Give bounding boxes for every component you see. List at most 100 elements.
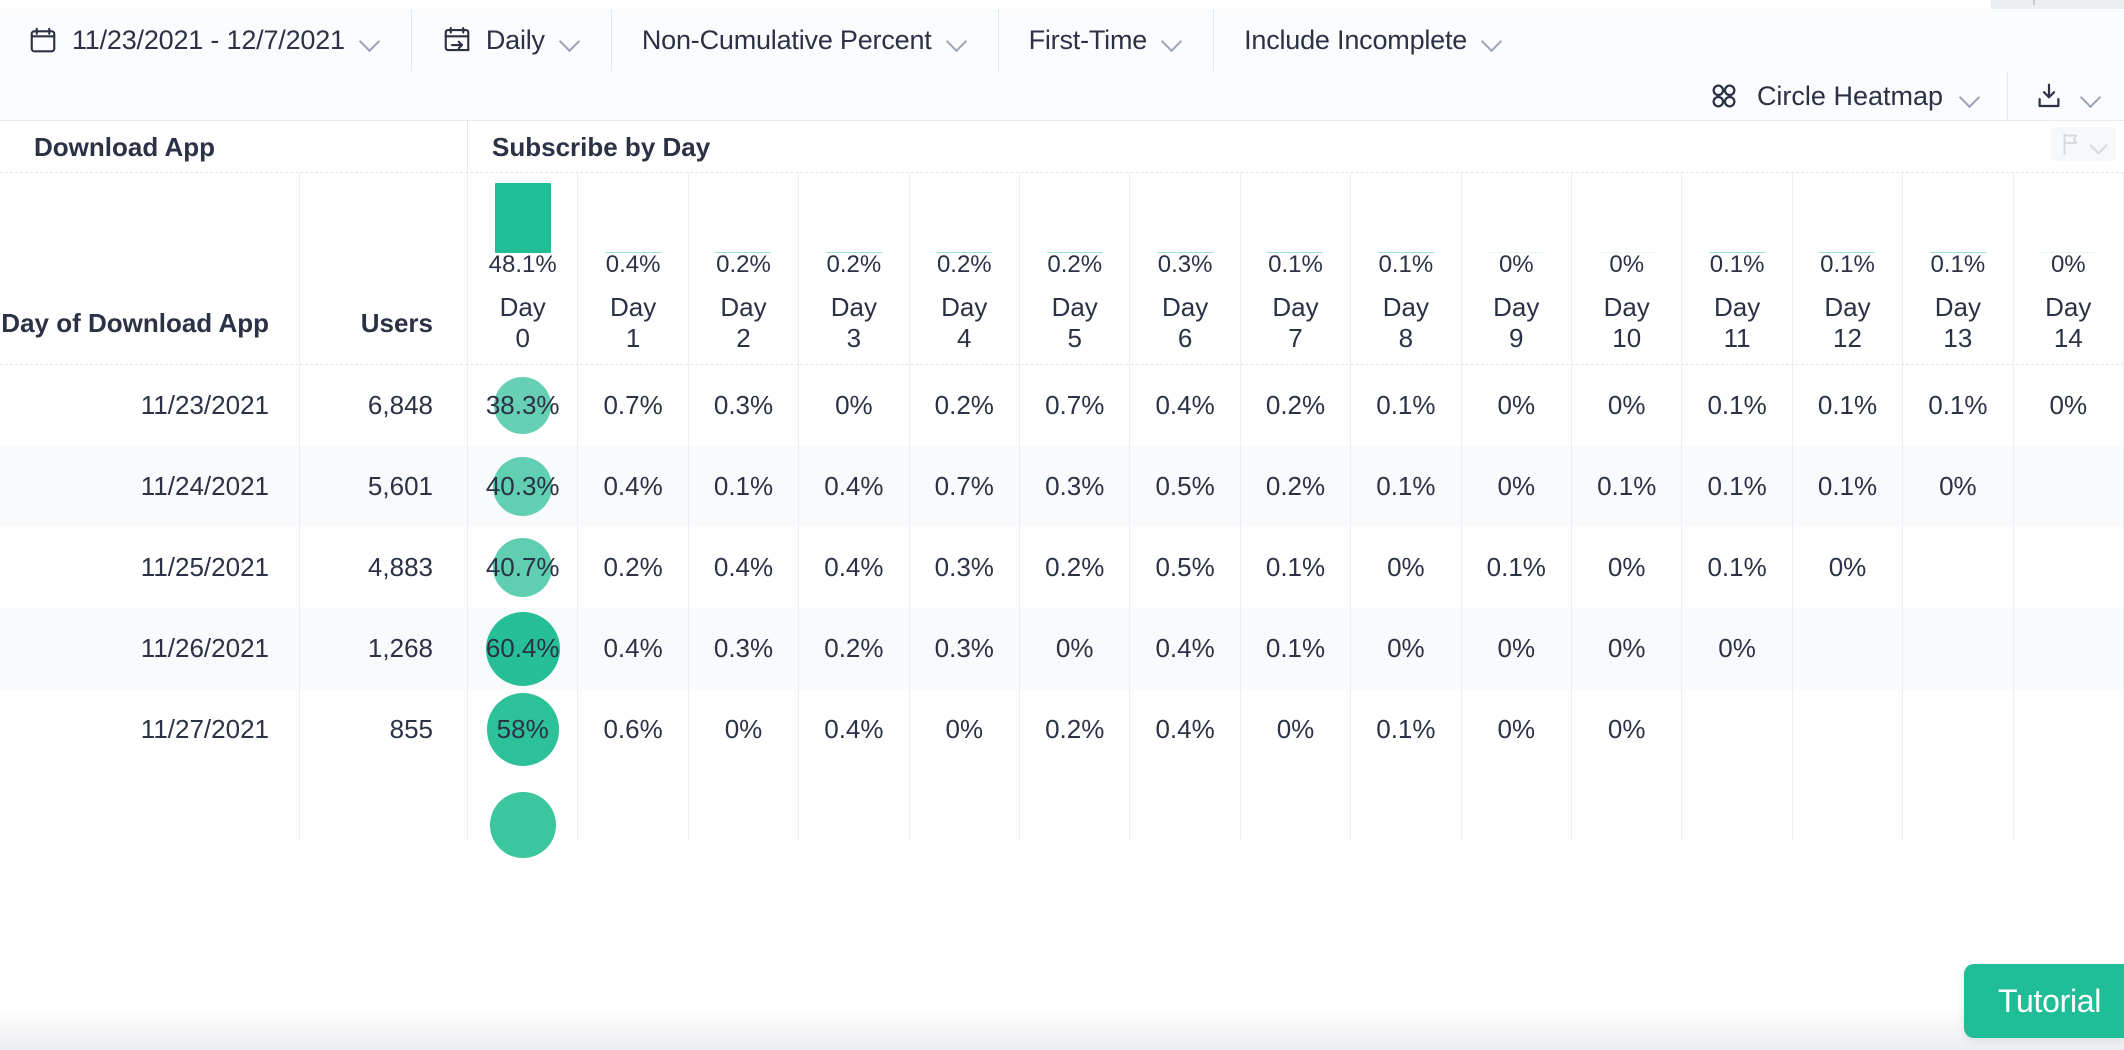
day-header-number: 4 <box>957 323 972 353</box>
table-row[interactable]: 11/26/2021 1,268 60.4% 0.4% 0.3% 0.2% 0.3% 0% 0.… <box>0 608 2124 689</box>
tab-ghost-right[interactable] <box>1992 0 2124 9</box>
column-header-date[interactable]: Day of Download App <box>0 281 300 365</box>
flag-menu-button[interactable] <box>2050 127 2116 161</box>
cell-value: 0.2% <box>1045 552 1105 582</box>
cell-retention: 0.1% <box>1241 527 1352 608</box>
occurrence-selector[interactable]: First-Time <box>999 9 1215 71</box>
cell-value: 0.2% <box>824 633 884 663</box>
summary-bar-track <box>2014 177 2123 253</box>
cell-retention: 0% <box>1462 608 1572 689</box>
cell-users: 855 <box>300 689 468 770</box>
cell-retention: 0.2% <box>1241 446 1352 527</box>
cell-retention: 0.1% <box>1351 446 1462 527</box>
cell-value: 0% <box>1607 390 1646 420</box>
day-header-number: 13 <box>1943 323 1973 353</box>
column-header-day[interactable]: Day 5 <box>1020 281 1131 365</box>
table-row-partial[interactable] <box>0 770 2124 858</box>
cell-value: 0.6% <box>603 714 663 744</box>
granularity-selector[interactable]: Daily <box>412 9 612 71</box>
column-header-day[interactable]: Day 11 <box>1682 281 1793 365</box>
cell-retention <box>1682 689 1793 770</box>
column-header-day[interactable]: Day 10 <box>1572 281 1683 365</box>
column-header-day[interactable]: Day 9 <box>1462 281 1572 365</box>
summary-bar-label: 0.4% <box>605 251 661 278</box>
cell-retention: 0% <box>1572 365 1683 446</box>
export-chevron-down-icon[interactable] <box>2080 85 2102 107</box>
column-header-day[interactable]: Day 0 <box>468 281 579 365</box>
summary-bar-cell: 0.3% <box>1130 173 1241 281</box>
summary-bar-label: 0.1% <box>1378 251 1434 278</box>
column-header-users[interactable]: Users <box>300 281 468 365</box>
summary-bar-cell: 0.4% <box>578 173 689 281</box>
column-header-day[interactable]: Day 8 <box>1351 281 1462 365</box>
day-header-prefix: Day <box>499 292 546 323</box>
tutorial-button[interactable]: Tutorial <box>1964 964 2124 1038</box>
cell-retention: 0% <box>1793 527 1904 608</box>
cell-retention: 0.6% <box>578 689 689 770</box>
cell-retention: 0.1% <box>1682 527 1793 608</box>
cell-retention: 0.4% <box>1130 365 1241 446</box>
cell-retention <box>1241 770 1352 840</box>
cell-value: 0% <box>1497 390 1536 420</box>
day-header-prefix: Day <box>1934 292 1981 323</box>
column-header-day[interactable]: Day 3 <box>799 281 910 365</box>
tab-tick <box>2033 0 2035 5</box>
summary-bar-track <box>1462 177 1571 253</box>
cell-retention <box>2014 770 2124 840</box>
column-header-day[interactable]: Day 4 <box>910 281 1020 365</box>
cell-value: 0.4% <box>1155 714 1215 744</box>
table-row[interactable]: 11/25/2021 4,883 40.7% 0.2% 0.4% 0.4% 0.3% 0.2%… <box>0 527 2124 608</box>
column-header-day[interactable]: Day 2 <box>689 281 800 365</box>
date-range-selector[interactable]: 11/23/2021 - 12/7/2021 <box>0 9 412 71</box>
calendar-arrow-icon <box>444 26 470 52</box>
bottom-scroll-fade <box>0 1008 2124 1050</box>
measure-selector[interactable]: Non-Cumulative Percent <box>612 9 999 71</box>
cell-retention: 0.3% <box>910 527 1020 608</box>
table-row[interactable]: 11/23/2021 6,848 38.3% 0.7% 0.3% 0% 0.2% 0.7% 0.… <box>0 365 2124 446</box>
heatmap-bubble: 40.3% <box>486 457 560 516</box>
day-header-prefix: Day <box>830 292 877 323</box>
cell-retention: 0.2% <box>1241 365 1352 446</box>
summary-bar-track <box>689 177 798 253</box>
cell-retention <box>2014 608 2124 689</box>
table-row[interactable]: 11/27/2021 855 58% 0.6% 0% 0.4% 0% 0.2% 0.4% 0% 0.… <box>0 689 2124 770</box>
cell-retention <box>910 770 1020 840</box>
cohort-table: Download App Subscribe by Day 48.1% 0.4% 0… <box>0 121 2124 1050</box>
cell-retention: 0.7% <box>578 365 689 446</box>
day-header-prefix: Day <box>1161 292 1209 323</box>
column-header-day[interactable]: Day 12 <box>1793 281 1904 365</box>
cell-cohort-date: 11/27/2021 <box>0 689 300 770</box>
summary-bar-cell: 0.2% <box>1020 173 1131 281</box>
cell-value: 0.1% <box>1707 390 1767 420</box>
cell-retention: 0.1% <box>1572 446 1683 527</box>
cell-retention: 0.1% <box>1682 365 1793 446</box>
column-header-day[interactable]: Day 7 <box>1241 281 1352 365</box>
cohort-analysis-screen: 11/23/2021 - 12/7/2021 Daily Non-Cumulat… <box>0 0 2124 1050</box>
summary-bar-track <box>1903 177 2012 253</box>
cell-retention <box>2014 689 2124 770</box>
column-header-day[interactable]: Day 1 <box>578 281 689 365</box>
group-header-left: Download App <box>0 121 468 173</box>
cell-value: 0.1% <box>1707 471 1767 501</box>
table-row[interactable]: 11/24/2021 5,601 40.3% 0.4% 0.1% 0.4% 0.7% 0.3%… <box>0 446 2124 527</box>
cell-value: 0% <box>1718 633 1756 663</box>
filters-toolbar: 11/23/2021 - 12/7/2021 Daily Non-Cumulat… <box>0 9 2124 121</box>
cell-retention: 0.1% <box>689 446 800 527</box>
column-header-day[interactable]: Day 6 <box>1130 281 1241 365</box>
column-header-day[interactable]: Day 14 <box>2014 281 2124 365</box>
cell-value: 38.3% <box>485 390 560 420</box>
completeness-selector[interactable]: Include Incomplete <box>1214 9 1533 71</box>
cell-value: 0.2% <box>1045 714 1105 744</box>
flag-icon <box>2063 133 2078 155</box>
cell-value: 0.4% <box>713 552 774 582</box>
cell-retention <box>1903 527 2014 608</box>
visualization-selector[interactable]: Circle Heatmap <box>1687 71 2008 121</box>
chevron-down-icon <box>2090 135 2108 153</box>
day-header-number: 1 <box>625 323 641 353</box>
cell-value: 0.4% <box>824 714 884 744</box>
column-header-day[interactable]: Day 13 <box>1903 281 2014 365</box>
summary-bar-label: 0% <box>1498 251 1534 278</box>
download-icon[interactable] <box>2034 81 2064 111</box>
summary-bar-cell: 0.1% <box>1682 173 1793 281</box>
cell-retention: 0.3% <box>910 608 1020 689</box>
